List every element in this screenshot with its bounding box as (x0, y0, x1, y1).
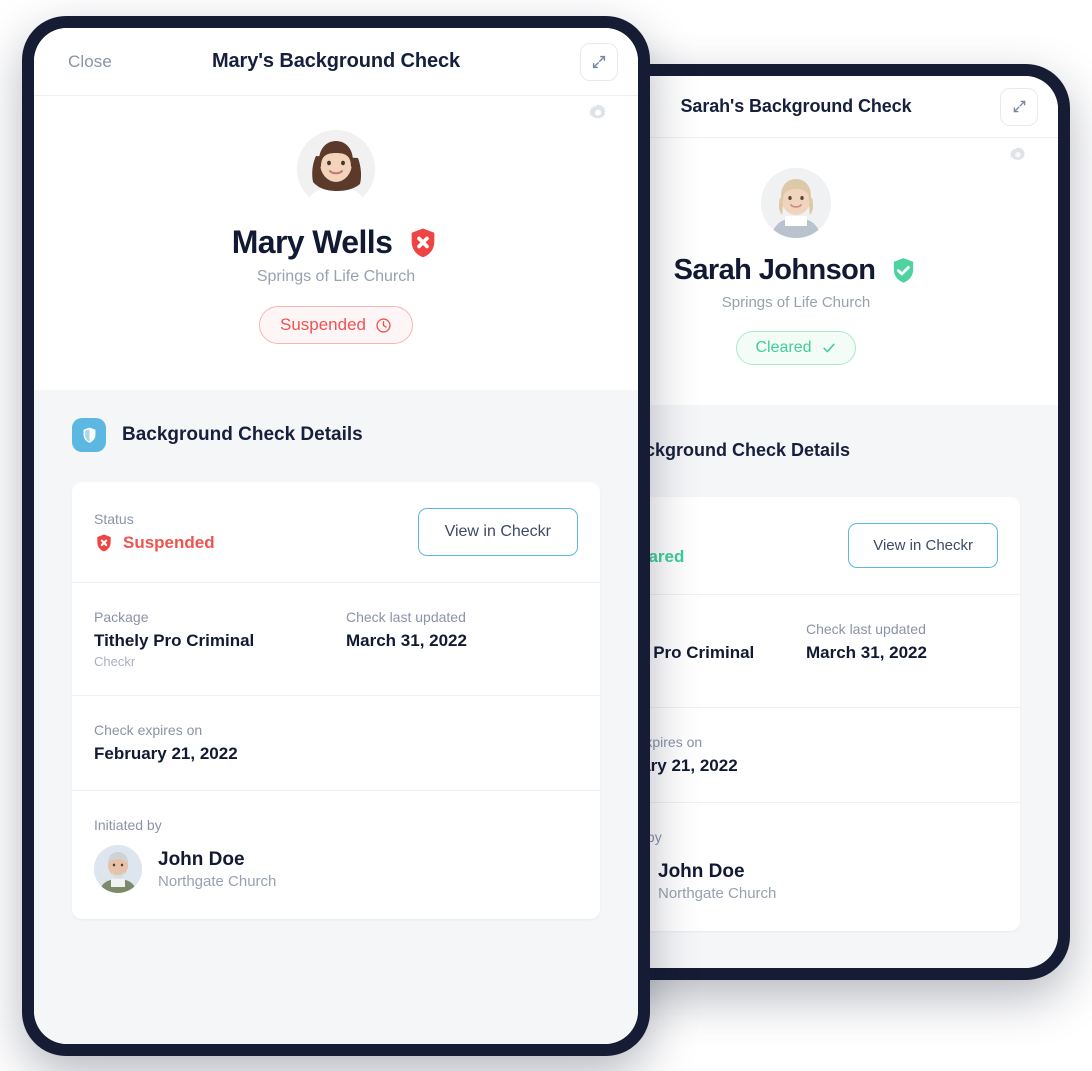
back-expires-value: February 21, 2022 (594, 756, 738, 775)
back-initiator-name: John Doe (658, 860, 745, 882)
front-status-badge[interactable]: Suspended (258, 306, 414, 344)
front-details-heading: Background Check Details (72, 418, 600, 452)
front-expires-label: Check expires on (94, 722, 203, 738)
gear-icon (1010, 147, 1025, 161)
john-doe-avatar (94, 845, 142, 893)
back-person-name: Sarah Johnson (673, 254, 876, 286)
front-expires-row: Check expires on February 21, 2022 (72, 696, 600, 791)
expand-diagonal-icon-button[interactable] (580, 42, 618, 81)
shield-check-icon (894, 258, 914, 283)
back-initiator: John Doe Northgate Church (594, 857, 998, 905)
front-details-title: Background Check Details (122, 424, 363, 445)
gear-icon-button[interactable] (586, 102, 610, 126)
front-avatar (297, 130, 375, 208)
front-initiator-org: Northgate Church (158, 872, 277, 890)
back-view-in-checkr-button[interactable]: View in Checkr (848, 523, 998, 568)
front-last-updated-block: Check last updated March 31, 2022 (346, 609, 578, 669)
front-package-row: Package Tithely Pro Criminal Checkr Chec… (72, 583, 600, 696)
front-modal-frame: Close Mary's Background Check Mary Wells… (22, 16, 650, 1056)
front-view-in-checkr-button[interactable]: View in Checkr (417, 508, 578, 556)
gear-icon (589, 104, 606, 119)
expand-diagonal-icon-button[interactable] (1000, 87, 1038, 126)
back-avatar (761, 168, 831, 238)
shield-icon-chip (72, 418, 106, 452)
close-button[interactable]: Close (68, 52, 112, 72)
sarah-johnson-avatar (761, 168, 831, 238)
back-last-updated-label: Check last updated (806, 621, 926, 637)
front-package-label: Package (94, 609, 149, 625)
front-name-row: Mary Wells (34, 224, 638, 261)
front-modal-screen: Close Mary's Background Check Mary Wells… (34, 28, 638, 1044)
front-last-updated-value: March 31, 2022 (346, 631, 467, 650)
front-details-card: Status Suspended View in Checkr Package … (72, 482, 600, 919)
expand-diagonal-icon (1013, 100, 1025, 113)
front-package-block: Package Tithely Pro Criminal Checkr (94, 609, 326, 669)
gear-icon-button[interactable] (1006, 144, 1030, 168)
front-initiated-row: Initiated by John Doe Northgate Church (72, 791, 600, 919)
front-modal-header: Close Mary's Background Check (34, 28, 638, 96)
front-person-name: Mary Wells (231, 224, 393, 260)
front-status-badge-label: Suspended (279, 315, 367, 334)
front-initiator-name: John Doe (158, 848, 245, 870)
front-org-name: Springs of Life Church (256, 268, 416, 285)
front-package-sub: Checkr (94, 654, 136, 669)
expand-diagonal-icon (592, 55, 606, 68)
front-expires-value: February 21, 2022 (94, 744, 238, 763)
back-initiated-label: Initiated by (594, 829, 662, 845)
back-last-updated-value: March 31, 2022 (806, 643, 927, 662)
front-initiator: John Doe Northgate Church (94, 845, 578, 893)
front-details-section: Background Check Details Status Suspende (34, 390, 638, 1044)
back-details-title: Background Check Details (622, 439, 851, 460)
front-package-value: Tithely Pro Criminal (94, 631, 255, 650)
front-status-value-wrap: Suspended (94, 533, 215, 553)
shield-x-icon-small (97, 534, 111, 552)
back-last-updated-block: Check last updated March 31, 2022 (806, 621, 998, 681)
front-status-row: Status Suspended View in Checkr (72, 482, 600, 583)
shield-x-icon (411, 228, 435, 257)
back-expires-label: Check expires on (594, 734, 703, 750)
front-initiator-avatar (94, 845, 142, 893)
back-status-badge[interactable]: Cleared (736, 331, 856, 365)
front-initiated-label: Initiated by (94, 817, 162, 833)
front-last-updated-label: Check last updated (346, 609, 466, 625)
front-profile-section: Mary Wells Springs of Life Church Suspen… (34, 96, 638, 390)
clock-icon (376, 317, 391, 333)
check-icon (822, 343, 835, 353)
back-status-badge-label: Cleared (755, 339, 812, 356)
front-status-label: Status (94, 511, 134, 527)
back-initiator-org: Northgate Church (658, 884, 777, 902)
front-status-value: Suspended (123, 533, 215, 552)
mary-wells-avatar (297, 130, 375, 208)
front-modal-title: Mary's Background Check (211, 50, 461, 72)
shield-icon (83, 427, 95, 443)
screenshot-stage: Sarah's Background Check Sarah Johnson S… (0, 0, 1092, 1071)
